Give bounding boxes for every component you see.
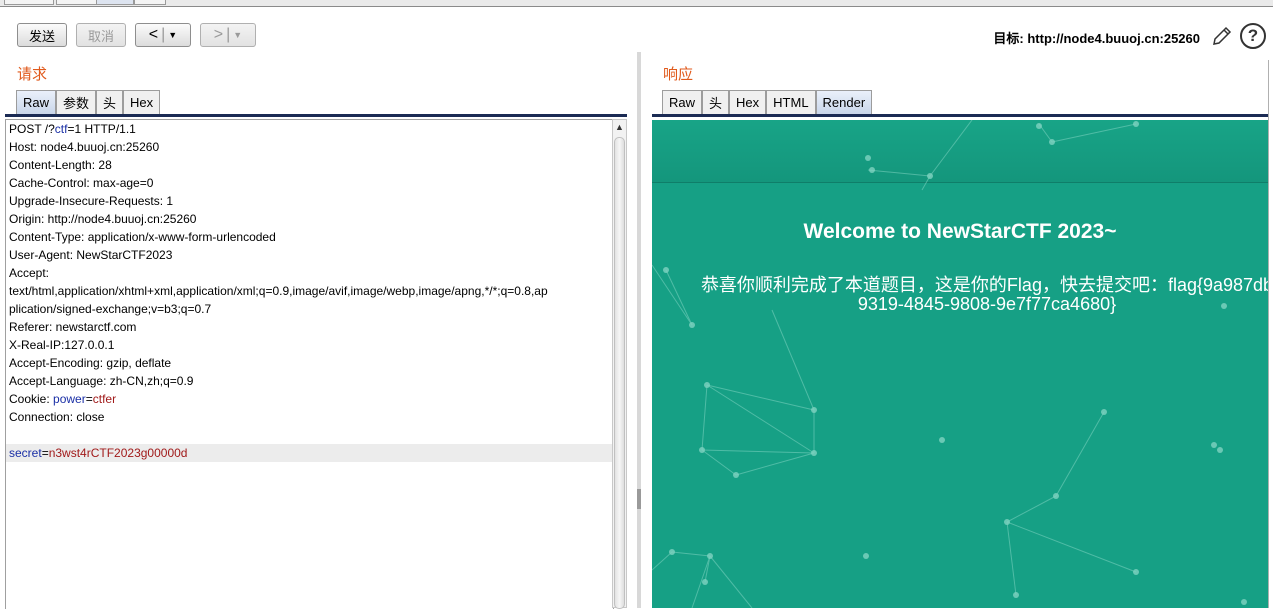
request-tab-headers[interactable]: 头 xyxy=(96,90,124,114)
request-scrollbar[interactable]: ▲ xyxy=(612,119,627,609)
request-line[interactable]: Cookie: power=ctfer xyxy=(6,390,613,408)
cancel-button[interactable]: 取消 xyxy=(76,23,126,47)
send-button[interactable]: 发送 xyxy=(17,23,67,47)
back-button[interactable]: < | ▼ xyxy=(135,23,191,47)
response-title: 响应 xyxy=(663,66,694,83)
request-line[interactable]: text/html,application/xhtml+xml,applicat… xyxy=(6,282,613,300)
response-tab-render[interactable]: Render xyxy=(815,90,873,114)
scrollbar-thumb[interactable] xyxy=(614,137,625,609)
top-tab[interactable] xyxy=(56,0,98,5)
particle-network-background xyxy=(652,120,1247,608)
request-line[interactable] xyxy=(6,426,613,444)
scroll-up-icon[interactable]: ▲ xyxy=(615,122,624,132)
request-title: 请求 xyxy=(17,66,48,83)
divider-grip[interactable] xyxy=(637,489,641,509)
request-line[interactable]: Upgrade-Insecure-Requests: 1 xyxy=(6,192,613,210)
help-icon[interactable]: ? xyxy=(1240,23,1266,49)
request-line[interactable]: plication/signed-exchange;v=b3;q=0.7 xyxy=(6,300,613,318)
request-line[interactable]: X-Real-IP:127.0.0.1 xyxy=(6,336,613,354)
response-tab-underline xyxy=(652,114,1268,117)
request-tab-underline xyxy=(5,114,627,117)
response-tabs: Raw 头 Hex HTML Render xyxy=(662,90,873,114)
chevron-down-icon: ▼ xyxy=(168,30,178,40)
response-tab-html[interactable]: HTML xyxy=(766,90,816,114)
request-tabs: Raw 参数 头 Hex xyxy=(16,90,161,114)
split-divider[interactable] xyxy=(637,52,641,608)
response-right-border xyxy=(1268,60,1269,608)
request-line[interactable]: secret=n3wst4rCTF2023g00000d xyxy=(6,444,613,462)
pencil-icon[interactable] xyxy=(1210,24,1234,48)
request-tab-raw[interactable]: Raw xyxy=(16,90,57,114)
request-line[interactable]: POST /?ctf=1 HTTP/1.1 xyxy=(6,120,613,138)
top-tab[interactable] xyxy=(4,0,54,5)
request-line[interactable]: Origin: http://node4.buuoj.cn:25260 xyxy=(6,210,613,228)
request-line[interactable]: Accept-Encoding: gzip, deflate xyxy=(6,354,613,372)
chevron-down-icon: ▼ xyxy=(233,30,243,40)
response-tab-raw[interactable]: Raw xyxy=(662,90,703,114)
top-tab[interactable] xyxy=(134,0,166,5)
forward-arrow-icon: > xyxy=(213,26,224,43)
request-line[interactable]: Referer: newstarctf.com xyxy=(6,318,613,336)
request-line[interactable]: Connection: close xyxy=(6,408,613,426)
response-tab-headers[interactable]: 头 xyxy=(702,90,730,114)
request-line[interactable]: Host: node4.buuoj.cn:25260 xyxy=(6,138,613,156)
request-line[interactable]: Content-Length: 28 xyxy=(6,156,613,174)
back-arrow-icon: < xyxy=(148,26,159,43)
request-line[interactable]: Cache-Control: max-age=0 xyxy=(6,174,613,192)
request-tab-params[interactable]: 参数 xyxy=(56,90,97,114)
flag-message: 恭喜你顺利完成了本道题目，这是你的Flag，快去提交吧：flag{9a987db… xyxy=(700,275,1268,314)
response-tab-hex[interactable]: Hex xyxy=(729,90,767,114)
target-label: 目标: http://node4.buuoj.cn:25260 xyxy=(993,31,1200,46)
request-line[interactable]: Accept: xyxy=(6,264,613,282)
request-editor[interactable]: POST /?ctf=1 HTTP/1.1 Host: node4.buuoj.c… xyxy=(5,119,614,609)
top-tab-strip xyxy=(0,0,1273,7)
forward-button[interactable]: > | ▼ xyxy=(200,23,256,47)
request-line[interactable]: Accept-Language: zh-CN,zh;q=0.9 xyxy=(6,372,613,390)
top-tab-active[interactable] xyxy=(96,0,134,5)
request-tab-hex[interactable]: Hex xyxy=(123,90,161,114)
render-view: Welcome to NewStarCTF 2023~ 恭喜你顺利完成了本道题目… xyxy=(652,120,1268,608)
request-line[interactable]: User-Agent: NewStarCTF2023 xyxy=(6,246,613,264)
request-line[interactable]: Content-Type: application/x-www-form-url… xyxy=(6,228,613,246)
welcome-heading: Welcome to NewStarCTF 2023~ xyxy=(803,220,1117,243)
